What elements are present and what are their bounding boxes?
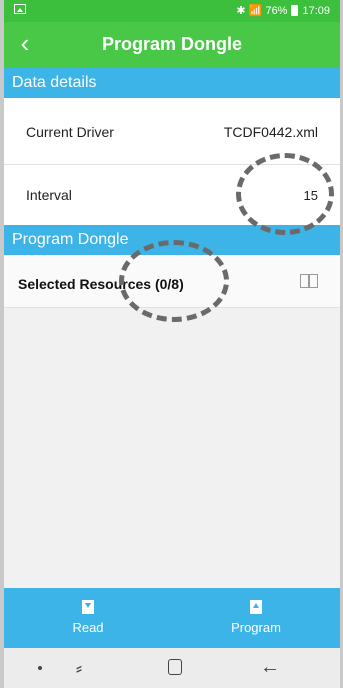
interval-label: Interval — [26, 187, 72, 203]
dot-indicator — [38, 666, 42, 670]
gallery-icon — [14, 4, 26, 14]
status-time: 17:09 — [302, 4, 330, 17]
status-left — [14, 4, 26, 17]
selected-resources-row[interactable]: Selected Resources (0/8) — [4, 255, 340, 307]
app-bar: ‹ Program Dongle — [4, 22, 340, 68]
row-interval[interactable]: Interval 15 — [4, 165, 340, 225]
current-driver-value: TCDF0442.xml — [223, 124, 318, 140]
status-bar: ✱ 📶 76% 17:09 — [4, 0, 340, 22]
phone-screen: ✱ 📶 76% 17:09 ‹ Program Dongle Data deta… — [4, 0, 340, 688]
selected-resources-label: Selected Resources (0/8) — [18, 276, 184, 292]
divider — [4, 307, 340, 308]
battery-icon — [291, 5, 299, 16]
section-header-program-dongle: Program Dongle — [4, 225, 340, 255]
home-icon[interactable] — [168, 659, 182, 675]
program-button[interactable]: Program — [172, 588, 340, 648]
recent-apps-icon[interactable]: ⸗ — [76, 658, 82, 679]
section-header-data-details: Data details — [4, 68, 340, 98]
read-button-label: Read — [72, 620, 104, 635]
current-driver-label: Current Driver — [26, 124, 114, 140]
row-current-driver: Current Driver TCDF0442.xml — [4, 98, 340, 164]
interval-value[interactable]: 15 — [304, 188, 318, 203]
status-indicators: ✱ 📶 76% — [236, 5, 288, 17]
bottom-action-bar: Read Program — [4, 588, 340, 648]
download-icon — [82, 600, 94, 614]
upload-icon — [250, 600, 262, 614]
back-arrow-icon[interactable]: ← — [260, 656, 280, 679]
program-button-label: Program — [231, 620, 281, 635]
book-icon[interactable] — [300, 274, 318, 288]
status-right: ✱ 📶 76% 17:09 — [236, 4, 330, 18]
read-button[interactable]: Read — [4, 588, 172, 648]
page-title: Program Dongle — [101, 34, 243, 54]
system-navigation-bar: ⸗ ← — [4, 648, 340, 688]
